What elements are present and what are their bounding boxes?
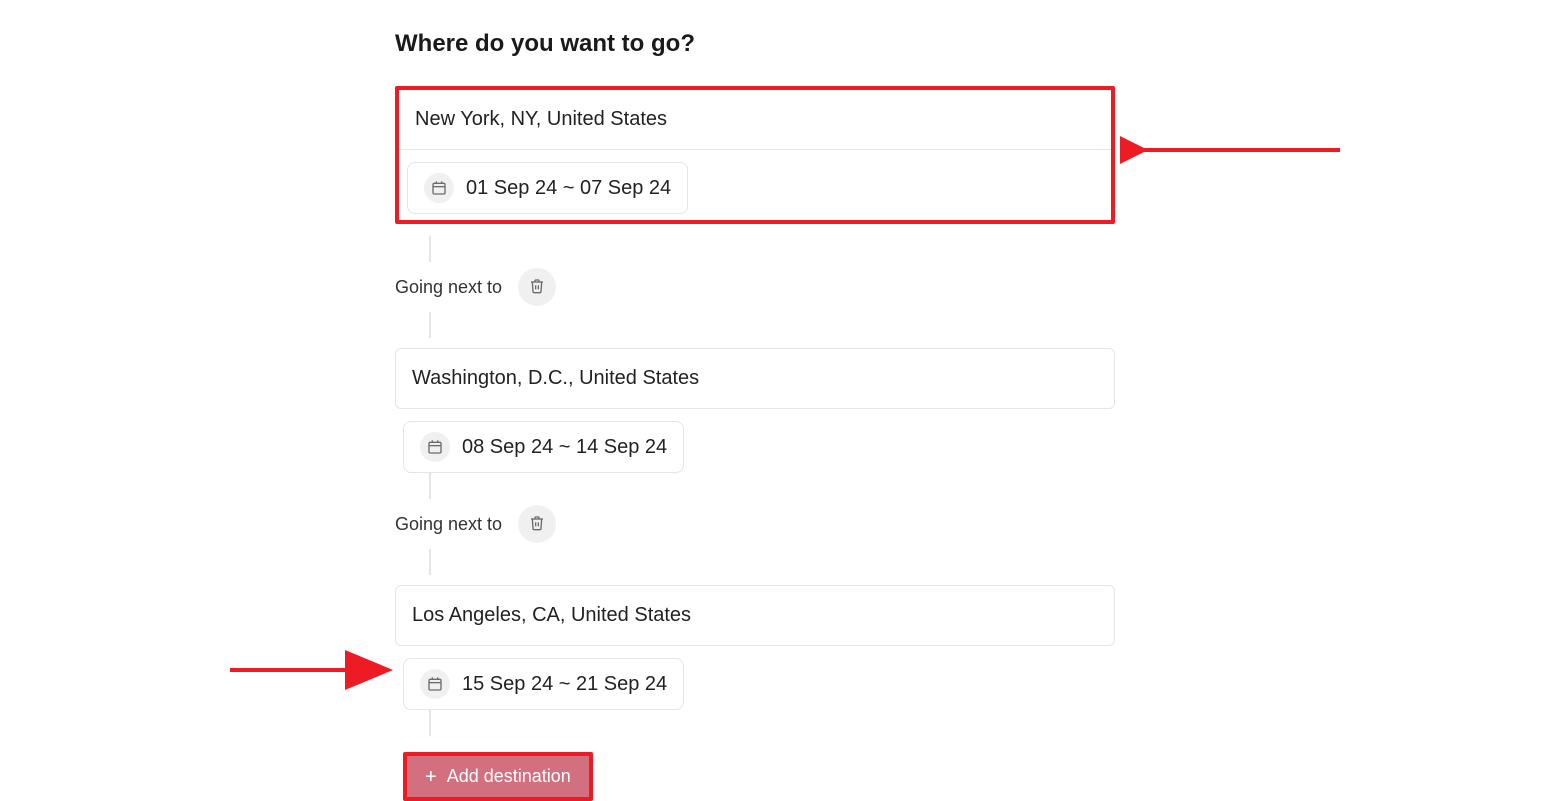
page-title: Where do you want to go? <box>395 30 1115 58</box>
date-range-picker-1[interactable]: 01 Sep 24 ~ 07 Sep 24 <box>407 162 688 214</box>
add-destination-button[interactable]: + Add destination <box>407 756 589 797</box>
plus-icon: + <box>425 767 437 787</box>
date-range-picker-2[interactable]: 08 Sep 24 ~ 14 Sep 24 <box>403 421 684 473</box>
trash-icon <box>529 515 545 534</box>
date-range-text: 15 Sep 24 ~ 21 Sep 24 <box>462 673 667 696</box>
calendar-icon <box>420 669 450 699</box>
annotation-arrow-2 <box>225 650 400 690</box>
delete-destination-button-3[interactable] <box>518 505 556 543</box>
calendar-icon <box>420 432 450 462</box>
destination-input-2[interactable] <box>395 348 1115 409</box>
connector-line <box>429 236 431 262</box>
date-range-picker-3[interactable]: 15 Sep 24 ~ 21 Sep 24 <box>403 658 684 710</box>
date-range-text: 08 Sep 24 ~ 14 Sep 24 <box>462 436 667 459</box>
connector-line <box>429 710 431 736</box>
delete-destination-button-2[interactable] <box>518 268 556 306</box>
connector-line <box>429 312 431 338</box>
connector-line <box>429 549 431 575</box>
calendar-icon <box>424 173 454 203</box>
highlight-first-destination: 01 Sep 24 ~ 07 Sep 24 <box>395 86 1115 224</box>
highlight-add-destination: + Add destination <box>403 752 593 801</box>
trash-icon <box>529 278 545 297</box>
destination-input-3[interactable] <box>395 585 1115 646</box>
destination-input-1[interactable] <box>399 90 1111 150</box>
connector-line <box>429 473 431 499</box>
add-destination-label: Add destination <box>447 766 571 787</box>
annotation-arrow-1 <box>1120 130 1350 170</box>
date-range-text: 01 Sep 24 ~ 07 Sep 24 <box>466 177 671 200</box>
going-next-label: Going next to <box>395 514 502 535</box>
going-next-label: Going next to <box>395 277 502 298</box>
